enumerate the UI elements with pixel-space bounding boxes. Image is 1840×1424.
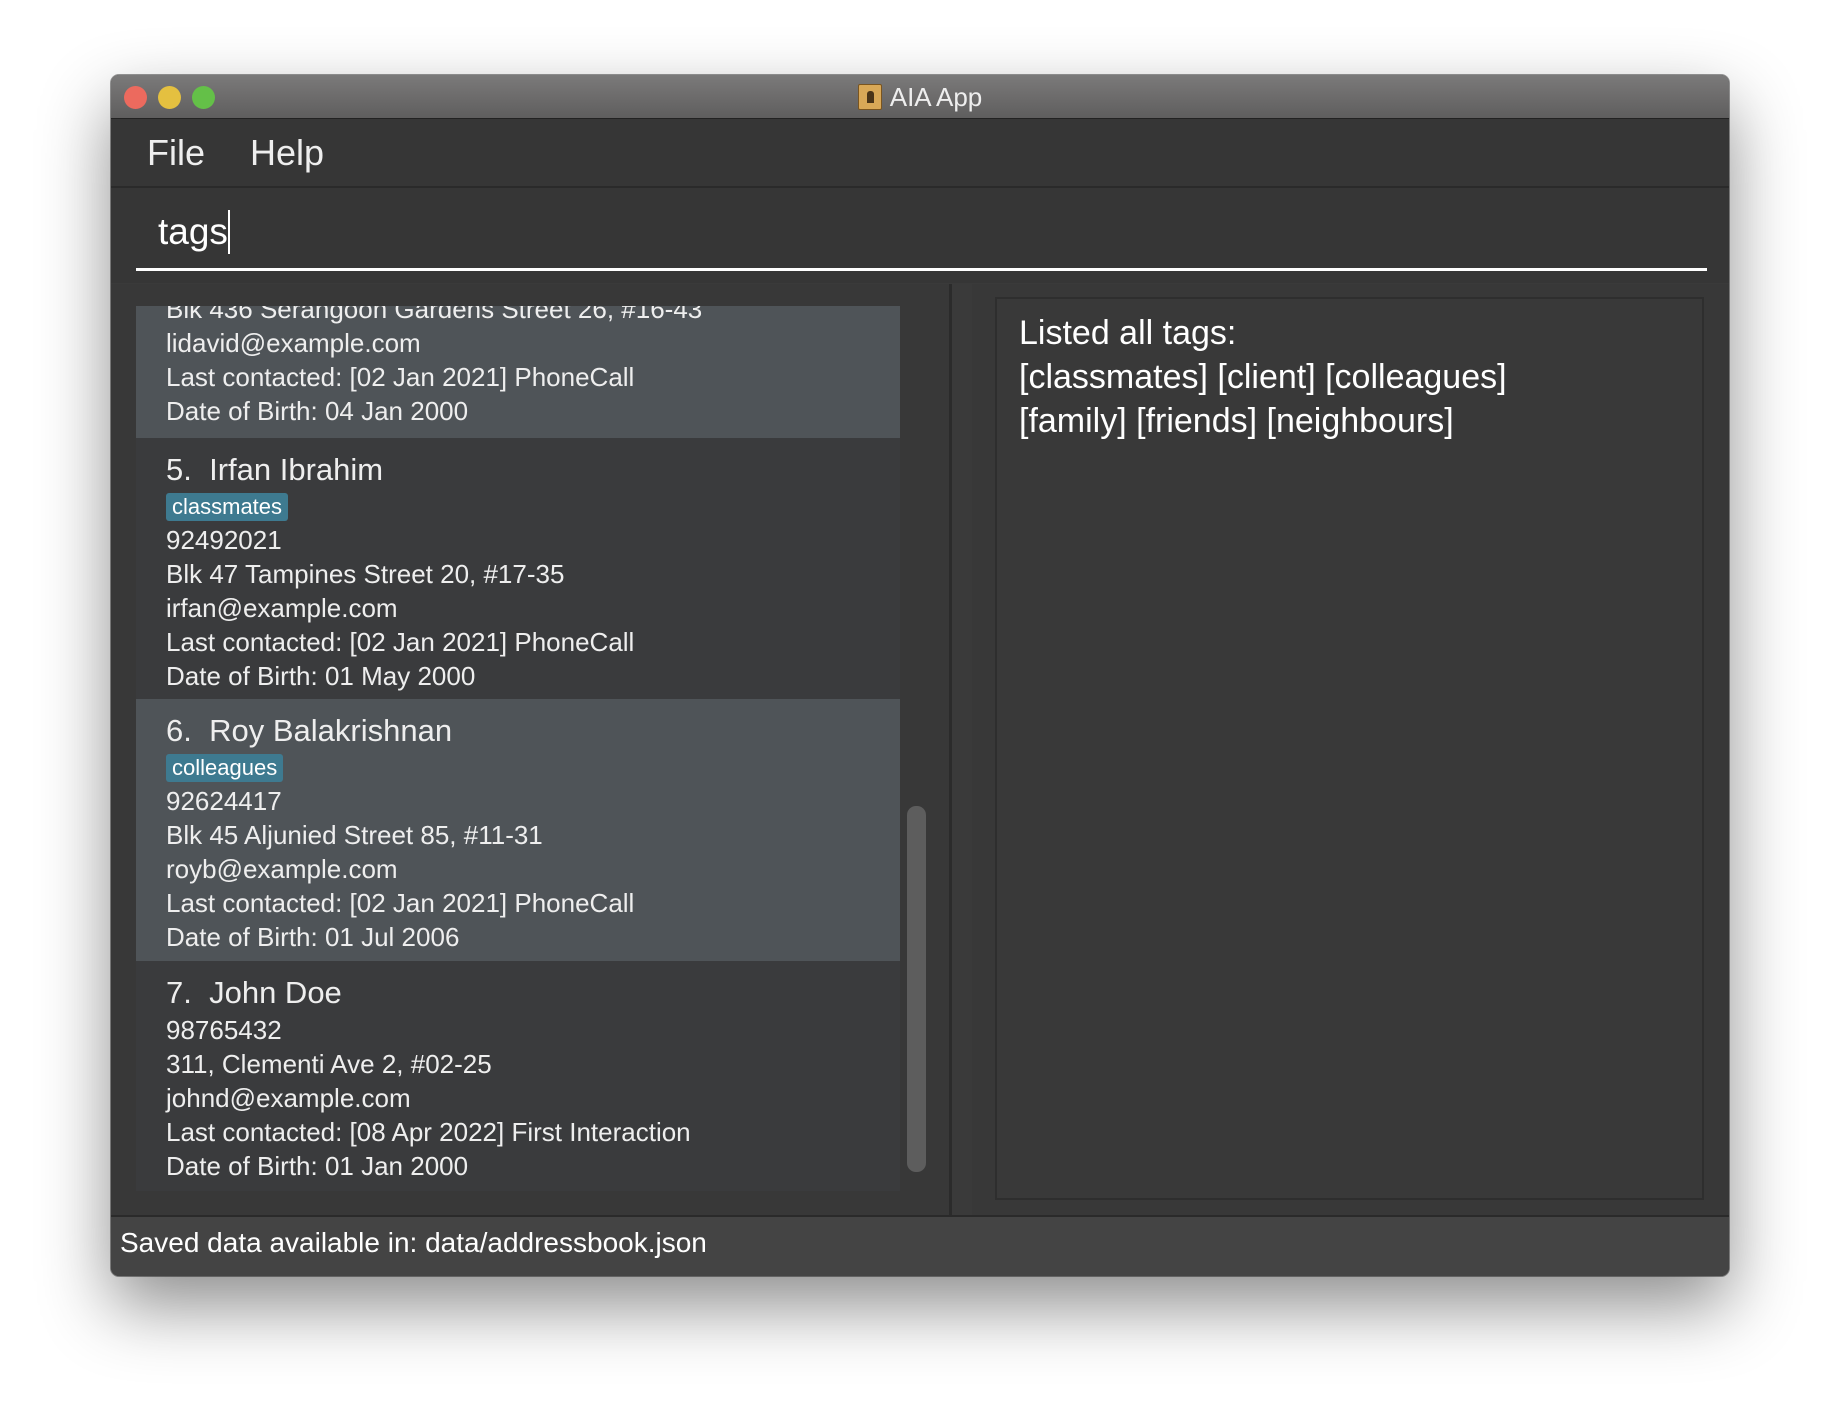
list-scrollbar-thumb[interactable] bbox=[907, 806, 926, 1172]
result-display: Listed all tags: [classmates] [client] [… bbox=[995, 297, 1704, 1200]
contact-dob: Date of Birth: 01 Jan 2000 bbox=[166, 1151, 469, 1181]
contact-name: 5. Irfan Ibrahim bbox=[166, 450, 900, 490]
menu-help[interactable]: Help bbox=[250, 132, 324, 174]
contact-email: johnd@example.com bbox=[166, 1083, 411, 1113]
contact-card[interactable]: 5. Irfan Ibrahim classmates 92492021 Blk… bbox=[136, 438, 900, 699]
contact-last-contacted: Last contacted: [02 Jan 2021] PhoneCall bbox=[166, 627, 635, 657]
command-input[interactable]: tags bbox=[158, 210, 230, 254]
result-line: Listed all tags: bbox=[1019, 314, 1237, 352]
contact-phone: 92624417 bbox=[166, 786, 282, 816]
text-cursor bbox=[227, 210, 230, 254]
command-box[interactable]: tags bbox=[111, 188, 1729, 283]
contact-last-contacted: Last contacted: [02 Jan 2021] PhoneCall bbox=[166, 888, 635, 918]
contact-email: royb@example.com bbox=[166, 854, 398, 884]
contact-dob: Date of Birth: 01 May 2000 bbox=[166, 661, 476, 691]
app-window: AIA App File Help tags Blk 436 Serangoon… bbox=[111, 75, 1729, 1276]
contact-tag: colleagues bbox=[166, 754, 284, 782]
contact-name: 7. John Doe bbox=[166, 973, 900, 1013]
menu-bar: File Help bbox=[111, 119, 1729, 188]
contact-dob: Date of Birth: 01 Jul 2006 bbox=[166, 922, 460, 952]
result-line: [classmates] [client] [colleagues] bbox=[1019, 358, 1507, 396]
contact-list-panel: Blk 436 Serangoon Gardens Street 26, #16… bbox=[111, 284, 952, 1215]
contact-name-text: John Doe bbox=[209, 975, 342, 1010]
contact-address: Blk 45 Aljunied Street 85, #11-31 bbox=[166, 820, 543, 850]
status-bar: Saved data available in: data/addressboo… bbox=[111, 1215, 1729, 1276]
contact-phone: 92492021 bbox=[166, 525, 282, 555]
command-underline bbox=[136, 268, 1707, 271]
contact-email: lidavid@example.com bbox=[166, 328, 421, 358]
command-input-value: tags bbox=[158, 211, 228, 252]
window-title-text: AIA App bbox=[889, 82, 983, 112]
contact-last-contacted: Last contacted: [08 Apr 2022] First Inte… bbox=[166, 1117, 691, 1147]
contact-list[interactable]: Blk 436 Serangoon Gardens Street 26, #16… bbox=[136, 306, 900, 1191]
address-book-icon bbox=[857, 84, 882, 110]
contact-name: 6. Roy Balakrishnan bbox=[166, 711, 900, 751]
contact-name-text: Roy Balakrishnan bbox=[209, 713, 453, 748]
contact-card[interactable]: 6. Roy Balakrishnan colleagues 92624417 … bbox=[136, 699, 900, 961]
contact-last-contacted: Last contacted: [02 Jan 2021] PhoneCall bbox=[166, 362, 635, 392]
contact-index: 7. bbox=[166, 975, 192, 1010]
contact-email: irfan@example.com bbox=[166, 593, 398, 623]
window-title: AIA App bbox=[111, 82, 1729, 113]
contact-address: 311, Clementi Ave 2, #02-25 bbox=[166, 1049, 492, 1079]
contact-address: Blk 436 Serangoon Gardens Street 26, #16… bbox=[166, 306, 703, 324]
result-line: [family] [friends] [neighbours] bbox=[1019, 402, 1454, 440]
result-panel: Listed all tags: [classmates] [client] [… bbox=[972, 284, 1729, 1215]
contact-tag: classmates bbox=[166, 493, 289, 521]
title-bar: AIA App bbox=[111, 75, 1729, 119]
contact-card[interactable]: 7. John Doe 98765432 311, Clementi Ave 2… bbox=[136, 961, 900, 1191]
contact-phone: 98765432 bbox=[166, 1015, 282, 1045]
contact-dob: Date of Birth: 04 Jan 2000 bbox=[166, 396, 469, 426]
contact-card[interactable]: Blk 436 Serangoon Gardens Street 26, #16… bbox=[136, 306, 900, 438]
menu-file[interactable]: File bbox=[147, 132, 205, 174]
contact-address: Blk 47 Tampines Street 20, #17-35 bbox=[166, 559, 565, 589]
contact-name-text: Irfan Ibrahim bbox=[209, 452, 384, 487]
contact-index: 6. bbox=[166, 713, 192, 748]
contact-index: 5. bbox=[166, 452, 192, 487]
